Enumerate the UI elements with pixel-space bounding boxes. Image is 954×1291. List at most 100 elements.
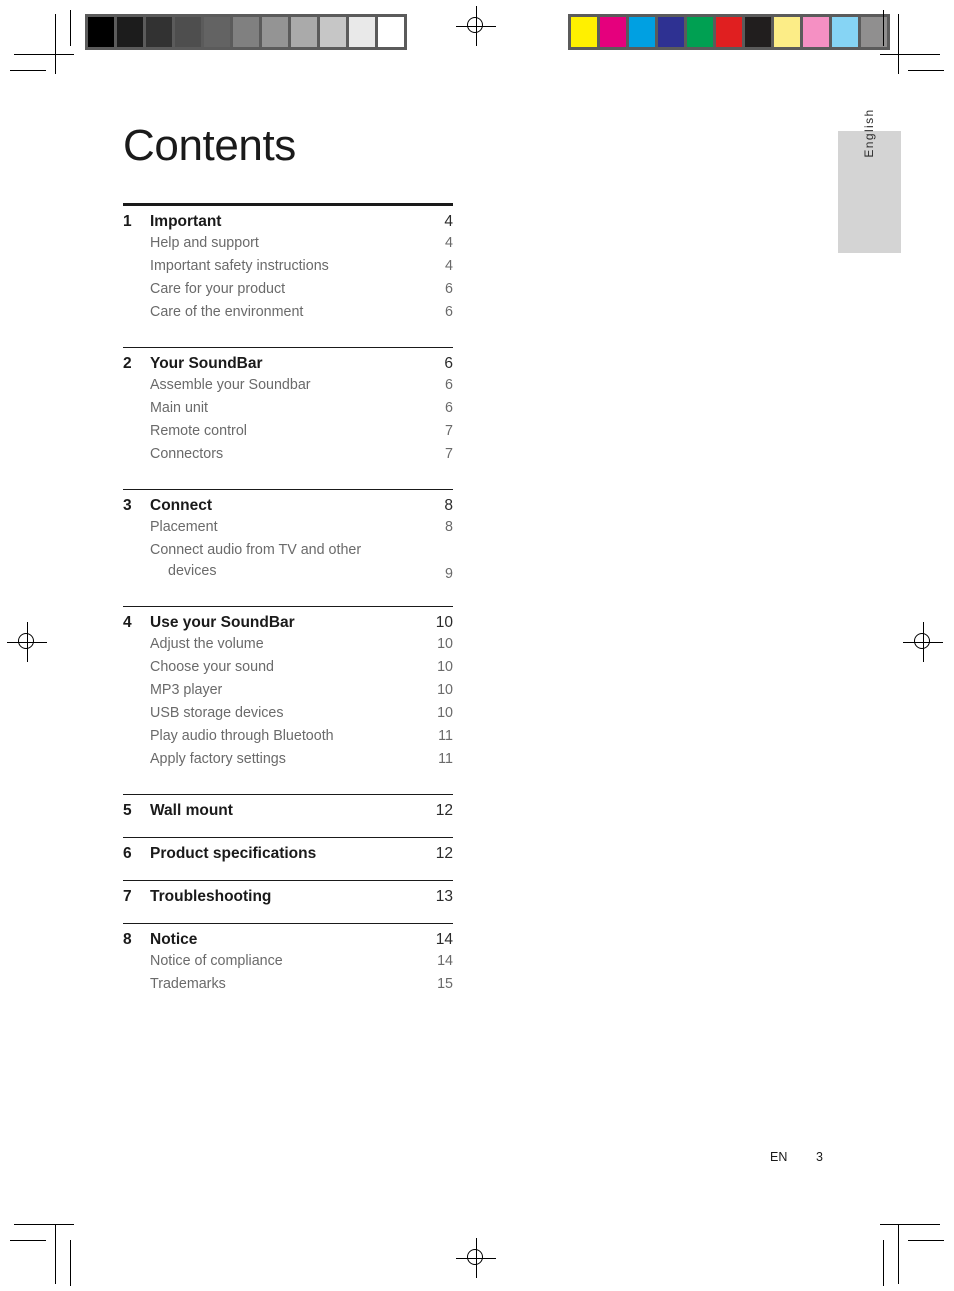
toc-section-label: Troubleshooting: [150, 888, 272, 906]
toc-subitem-label: Care for your product: [150, 281, 286, 298]
toc-subitem[interactable]: Placement 8: [123, 515, 453, 538]
crop-mark-bottom-right-v2: [883, 1240, 884, 1286]
footer-page-number: 3: [816, 1150, 823, 1164]
toc-subitem-label: Placement: [150, 519, 218, 536]
toc-section-gap: [123, 465, 453, 489]
toc-subitem[interactable]: MP3 player 10: [123, 678, 453, 701]
toc-section-number: 5: [123, 802, 132, 820]
toc-subitem[interactable]: Help and support 4: [123, 231, 453, 254]
color-calibration-strip-swatch-7: [774, 17, 800, 47]
toc-subitem-page-number: 7: [445, 446, 453, 463]
toc-section-1: 1 Important 4 Help and support 4 Important sa…: [123, 203, 453, 323]
grayscale-calibration-strip-swatch-3: [175, 17, 201, 47]
toc-section-heading[interactable]: 2 Your SoundBar 6: [123, 348, 453, 373]
toc-subitem[interactable]: Important safety instructions 4: [123, 254, 453, 277]
color-calibration-strip: [568, 14, 890, 50]
toc-subitem-page-number: 10: [437, 682, 453, 699]
toc-section-6: 6 Product specifications 12: [123, 837, 453, 863]
toc-section-page-number: 10: [435, 614, 453, 632]
color-calibration-strip-swatch-2: [629, 17, 655, 47]
toc-section-heading[interactable]: 6 Product specifications 12: [123, 838, 453, 863]
toc-subitem-label: Help and support: [150, 235, 259, 251]
toc-subitem[interactable]: Care of the environment 6: [123, 300, 453, 323]
toc-section-gap: [123, 770, 453, 794]
toc-section-heading[interactable]: 8 Notice 14: [123, 924, 453, 949]
toc-section-label: Use your SoundBar: [150, 614, 295, 632]
crop-mark-top-left-h1: [14, 54, 74, 55]
crop-mark-bottom-left-h1: [14, 1224, 74, 1225]
toc-subitem-label-line1: Connect audio from TV and other: [150, 542, 362, 559]
toc-subitem[interactable]: Adjust the volume 10: [123, 632, 453, 655]
toc-subitem-label-line2: devices: [168, 563, 217, 580]
color-calibration-strip-swatch-6: [745, 17, 771, 47]
color-calibration-strip-swatch-3: [658, 17, 684, 47]
toc-section-heading[interactable]: 3 Connect 8: [123, 490, 453, 515]
toc-subitem-label: Connectors: [150, 446, 224, 463]
toc-subitem-label: Care of the environment: [150, 304, 304, 321]
crop-mark-top-right-v2: [883, 10, 884, 46]
color-calibration-strip-swatch-0: [571, 17, 597, 47]
toc-subitem[interactable]: Trademarks 15: [123, 972, 453, 995]
toc-section-heading[interactable]: 1 Important 4: [123, 206, 453, 231]
page-title: Contents: [123, 121, 296, 170]
grayscale-calibration-strip-swatch-4: [204, 17, 230, 47]
toc-subitem[interactable]: Apply factory settings 11: [123, 747, 453, 770]
color-calibration-strip-swatch-5: [716, 17, 742, 47]
registration-circle: [467, 1249, 483, 1265]
toc-section-gap: [123, 323, 453, 347]
page-footer: EN 3: [770, 1150, 823, 1164]
color-calibration-strip-swatch-8: [803, 17, 829, 47]
toc-subitem-page-number: 8: [445, 519, 453, 536]
toc-subitem[interactable]: Choose your sound 10: [123, 655, 453, 678]
toc-subitem[interactable]: Main unit 6: [123, 396, 453, 419]
color-calibration-strip-swatch-9: [832, 17, 858, 47]
toc-section-heading[interactable]: 7 Troubleshooting 13: [123, 881, 453, 906]
grayscale-calibration-strip-swatch-2: [146, 17, 172, 47]
toc-subitem-label: Adjust the volume: [150, 636, 264, 653]
toc-subitem-page-number: 10: [437, 659, 453, 676]
toc-section-number: 8: [123, 931, 132, 949]
toc-subitem-label: Assemble your Soundbar: [150, 377, 311, 394]
crop-mark-bottom-left-v1: [55, 1224, 56, 1284]
toc-section-7: 7 Troubleshooting 13: [123, 880, 453, 906]
registration-mark-top: [456, 6, 496, 46]
printed-manual-page: English Contents 1 Important 4 Help and sup…: [0, 0, 954, 1291]
grayscale-calibration-strip-swatch-0: [88, 17, 114, 47]
toc-section-gap: [123, 906, 453, 923]
toc-subitem[interactable]: Assemble your Soundbar 6: [123, 373, 453, 396]
toc-subitem-page-number: 7: [445, 423, 453, 440]
toc-subitem[interactable]: Remote control 7: [123, 419, 453, 442]
toc-section-5: 5 Wall mount 12: [123, 794, 453, 820]
crop-mark-bottom-right-h1: [880, 1224, 940, 1225]
toc-section-heading[interactable]: 4 Use your SoundBar 10: [123, 607, 453, 632]
toc-section-page-number: 13: [435, 888, 453, 906]
table-of-contents: 1 Important 4 Help and support 4 Important sa…: [123, 203, 453, 995]
toc-section-gap: [123, 582, 453, 606]
toc-subitem-label: Main unit: [150, 400, 209, 417]
grayscale-calibration-strip-swatch-1: [117, 17, 143, 47]
grayscale-calibration-strip-swatch-9: [349, 17, 375, 47]
toc-subitem-page-number: 4: [445, 235, 453, 251]
toc-subitem-label: Trademarks: [150, 976, 226, 993]
toc-subitem-page-number: 9: [445, 566, 453, 583]
toc-subitem[interactable]: Connect audio from TV and other devices 9: [123, 538, 453, 582]
grayscale-calibration-strip: [85, 14, 407, 50]
toc-subitem-label: MP3 player: [150, 682, 223, 699]
toc-subitem[interactable]: Connectors 7: [123, 442, 453, 465]
toc-subitem[interactable]: Notice of compliance 14: [123, 949, 453, 972]
toc-subitem[interactable]: Play audio through Bluetooth 11: [123, 724, 453, 747]
registration-circle: [914, 633, 930, 649]
toc-subitem[interactable]: Care for your product 6: [123, 277, 453, 300]
crop-mark-bottom-left-h2: [10, 1240, 46, 1241]
toc-section-heading[interactable]: 5 Wall mount 12: [123, 795, 453, 820]
toc-section-label: Product specifications: [150, 845, 317, 863]
toc-subitem[interactable]: USB storage devices 10: [123, 701, 453, 724]
toc-subitem-page-number: 6: [445, 400, 453, 417]
crop-mark-top-right-h2: [908, 70, 944, 71]
toc-subitem-page-number: 11: [438, 751, 453, 768]
toc-section-number: 3: [123, 497, 132, 515]
grayscale-calibration-strip-swatch-5: [233, 17, 259, 47]
toc-section-3: 3 Connect 8 Placement 8 Connect audio from TV…: [123, 489, 453, 582]
toc-section-4: 4 Use your SoundBar 10 Adjust the volume 10 C…: [123, 606, 453, 770]
crop-mark-top-right-v1: [898, 14, 899, 74]
